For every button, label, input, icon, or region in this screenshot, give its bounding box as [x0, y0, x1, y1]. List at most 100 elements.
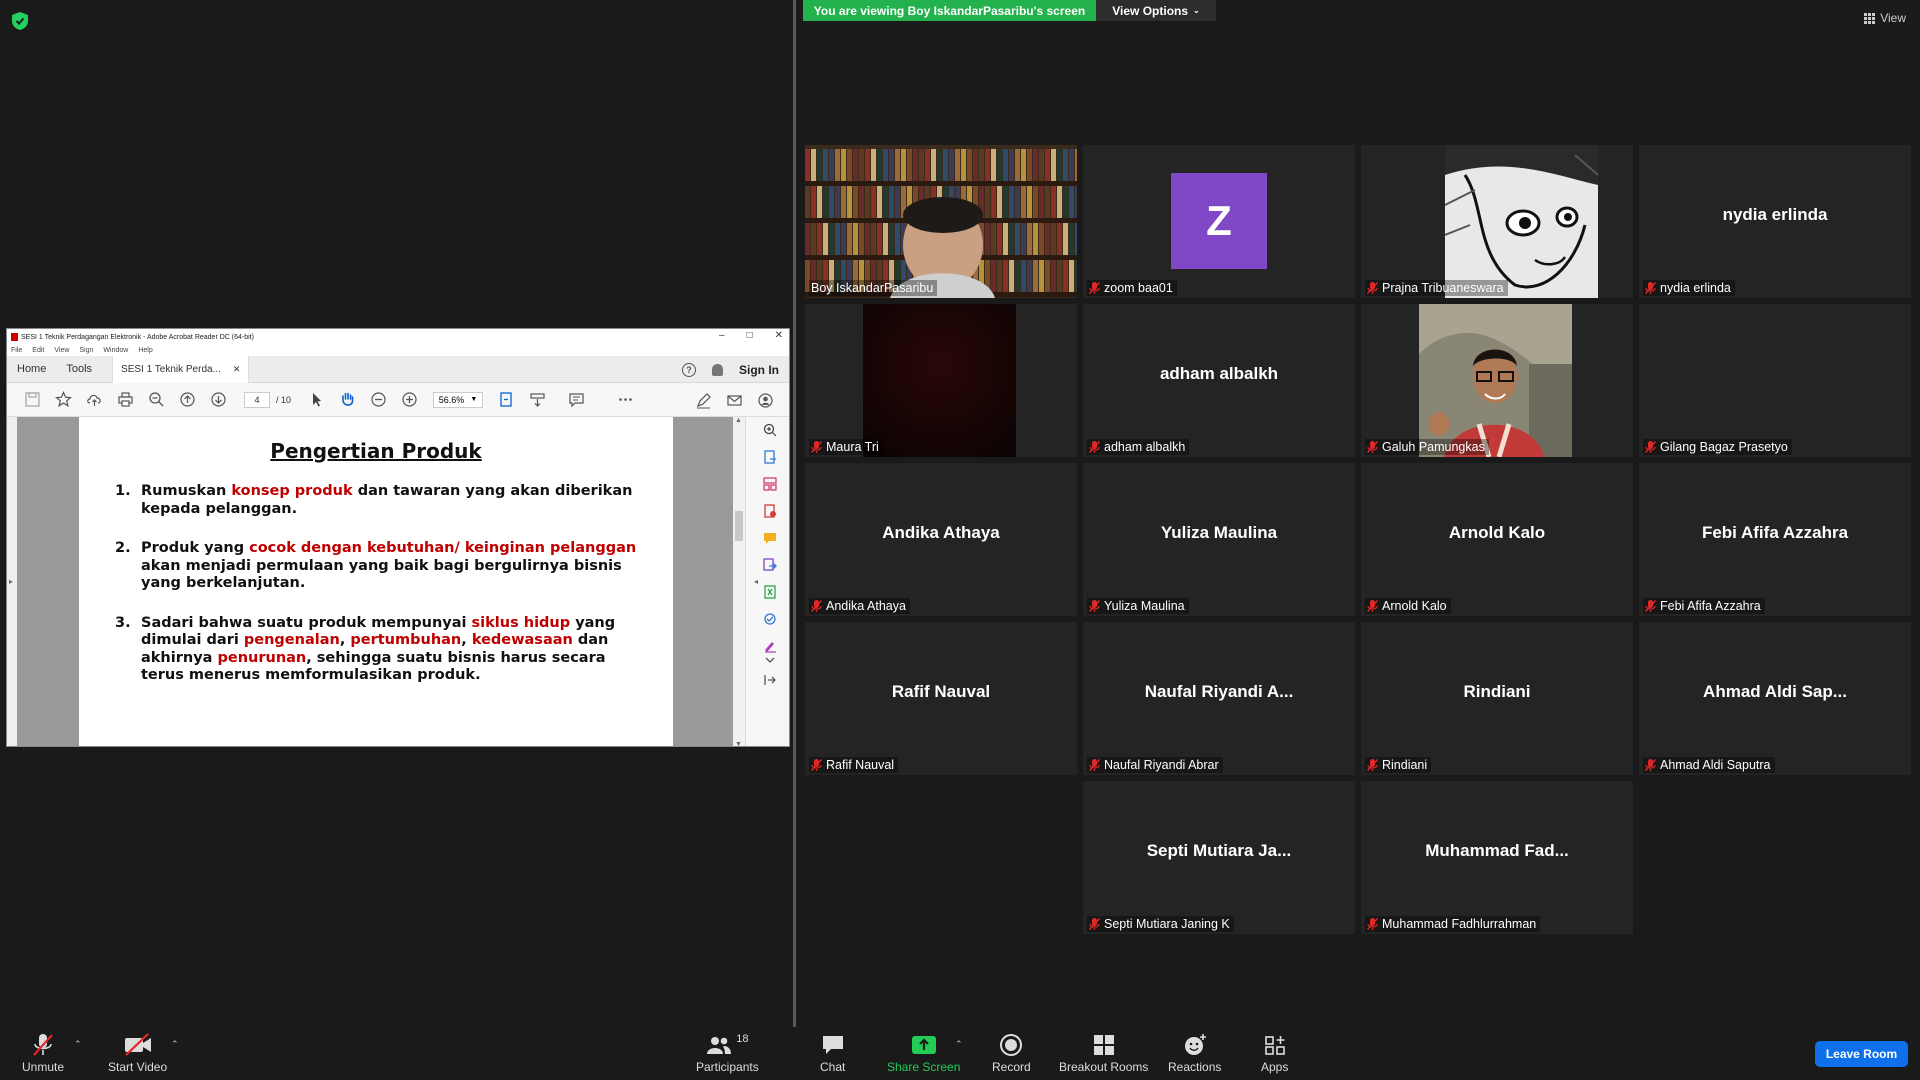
- participant-tile[interactable]: Prajna Tribuaneswara: [1361, 145, 1633, 298]
- split-view-divider[interactable]: [793, 0, 796, 1027]
- scroll-down-arrow-icon[interactable]: ▼: [735, 741, 742, 746]
- menu-help[interactable]: Help: [138, 347, 152, 354]
- tab-home[interactable]: Home: [7, 363, 56, 375]
- tab-document[interactable]: SESI 1 Teknik Perda... ✕: [112, 355, 250, 383]
- participant-tile[interactable]: Maura Tri: [805, 304, 1077, 457]
- participant-tile[interactable]: Muhammad Fad... Muhammad Fadhlurrahman: [1361, 781, 1633, 934]
- participant-tile[interactable]: Yuliza Maulina Yuliza Maulina: [1083, 463, 1355, 616]
- next-page-icon[interactable]: [203, 389, 234, 411]
- print-icon[interactable]: [110, 389, 141, 411]
- user-share-icon[interactable]: [750, 389, 781, 411]
- participant-tile[interactable]: Septi Mutiara Ja... Septi Mutiara Janing …: [1083, 781, 1355, 934]
- participant-tile[interactable]: Rafif Nauval Rafif Nauval: [805, 622, 1077, 775]
- comment-icon[interactable]: [561, 389, 592, 411]
- participant-tile[interactable]: Zzoom baa01: [1083, 145, 1355, 298]
- close-icon[interactable]: ✕: [775, 330, 783, 341]
- participant-tile[interactable]: Ahmad Aldi Sap... Ahmad Aldi Saputra: [1639, 622, 1911, 775]
- zoom-out-magnifier-icon[interactable]: [141, 389, 172, 411]
- send-file-icon[interactable]: [763, 558, 777, 572]
- scroll-mode-icon[interactable]: [522, 389, 553, 411]
- participant-tile[interactable]: nydia erlinda nydia erlinda: [1639, 145, 1911, 298]
- comment-tool-icon[interactable]: [763, 531, 777, 545]
- view-options-button[interactable]: View Options ⌄: [1096, 0, 1216, 21]
- reactions-button[interactable]: Reactions: [1168, 1033, 1221, 1074]
- collapse-arrow-icon[interactable]: ◂: [754, 577, 758, 586]
- create-pdf-icon[interactable]: [763, 504, 777, 518]
- save-icon[interactable]: [17, 389, 48, 411]
- chevron-down-icon[interactable]: [763, 653, 777, 667]
- zoom-out-icon[interactable]: [363, 389, 394, 411]
- microphone-muted-icon: [810, 441, 823, 453]
- pdf-list-text: Rumuskan konsep produk dan tawaran yang …: [141, 483, 637, 518]
- sign-in-button[interactable]: Sign In: [739, 363, 779, 377]
- menu-view[interactable]: View: [54, 347, 69, 354]
- share-screen-label: Share Screen: [887, 1060, 961, 1074]
- acrobat-tools-rail: ◂: [745, 417, 789, 746]
- participant-tile[interactable]: Andika Athaya Andika Athaya: [805, 463, 1077, 616]
- fill-sign-icon[interactable]: [763, 639, 777, 653]
- pdf-item-list: 1. Rumuskan konsep produk dan tawaran yan…: [115, 483, 637, 685]
- sign-pen-icon[interactable]: [688, 389, 719, 411]
- close-tab-icon[interactable]: ✕: [233, 364, 241, 375]
- gallery-view-button[interactable]: View: [1864, 11, 1906, 25]
- maximize-icon[interactable]: □: [747, 330, 753, 341]
- leave-room-button[interactable]: Leave Room: [1815, 1041, 1908, 1067]
- scroll-up-arrow-icon[interactable]: ▲: [735, 417, 742, 424]
- microphone-muted-icon: [1644, 759, 1657, 771]
- record-button[interactable]: Record: [992, 1033, 1031, 1074]
- bookmark-star-icon[interactable]: [48, 389, 79, 411]
- participant-tile[interactable]: Galuh Pamungkas: [1361, 304, 1633, 457]
- menu-edit[interactable]: Edit: [32, 347, 44, 354]
- fit-page-icon[interactable]: [491, 389, 522, 411]
- tab-tools[interactable]: Tools: [56, 363, 102, 375]
- breakout-rooms-button[interactable]: Breakout Rooms: [1059, 1033, 1148, 1074]
- share-screen-button[interactable]: Share Screen: [887, 1033, 960, 1074]
- apps-icon: [1264, 1036, 1285, 1055]
- unmute-button[interactable]: Unmute: [22, 1033, 64, 1074]
- scrollbar-thumb[interactable]: [735, 511, 743, 541]
- notification-bell-icon[interactable]: [712, 363, 723, 376]
- menu-window[interactable]: Window: [103, 347, 128, 354]
- participant-tile[interactable]: Boy IskandarPasaribu: [805, 145, 1077, 298]
- menu-sign[interactable]: Sign: [79, 347, 93, 354]
- audio-options-caret-icon[interactable]: ⌃: [74, 1039, 82, 1050]
- participant-tile[interactable]: Gilang Bagaz Prasetyo: [1639, 304, 1911, 457]
- share-options-caret-icon[interactable]: ⌃: [955, 1039, 963, 1050]
- email-icon[interactable]: [719, 389, 750, 411]
- previous-page-icon[interactable]: [172, 389, 203, 411]
- upload-cloud-icon[interactable]: [79, 389, 110, 411]
- search-zoom-icon[interactable]: [763, 423, 777, 437]
- minimize-icon[interactable]: –: [719, 330, 725, 341]
- left-panel-toggle[interactable]: ▸: [7, 417, 17, 746]
- select-cursor-icon[interactable]: [301, 389, 332, 411]
- sync-icon[interactable]: [763, 612, 777, 626]
- page-navigator: 4 / 10: [244, 391, 291, 408]
- more-tools-icon[interactable]: [610, 389, 641, 411]
- organize-pages-icon[interactable]: [763, 477, 777, 491]
- pin-panel-icon[interactable]: [763, 673, 777, 687]
- participant-tile[interactable]: Naufal Riyandi A... Naufal Riyandi Abrar: [1083, 622, 1355, 775]
- zoom-in-icon[interactable]: [394, 389, 425, 411]
- participant-display-name: Andika Athaya: [882, 523, 1000, 542]
- chat-button[interactable]: Chat: [820, 1033, 845, 1074]
- menu-file[interactable]: File: [11, 347, 22, 354]
- participants-button[interactable]: 18 Participants: [696, 1033, 759, 1074]
- participant-name: Boy IskandarPasaribu: [811, 281, 934, 295]
- participant-tile[interactable]: Rindiani Rindiani: [1361, 622, 1633, 775]
- pdf-scrollbar[interactable]: ▲ ▼: [733, 417, 745, 746]
- export-pdf-icon[interactable]: [763, 450, 777, 464]
- help-icon[interactable]: ?: [682, 362, 696, 377]
- encryption-shield-icon[interactable]: [12, 12, 28, 30]
- participant-tile[interactable]: adham albalkh adham albalkh: [1083, 304, 1355, 457]
- zoom-level-dropdown[interactable]: 56.6% ▼: [433, 391, 484, 408]
- participant-tile[interactable]: Arnold Kalo Arnold Kalo: [1361, 463, 1633, 616]
- participants-label: Participants: [696, 1060, 759, 1074]
- page-number-input[interactable]: 4: [244, 391, 270, 408]
- video-options-caret-icon[interactable]: ⌃: [171, 1039, 179, 1050]
- excel-export-icon[interactable]: [763, 585, 777, 599]
- participant-tile[interactable]: Febi Afifa Azzahra Febi Afifa Azzahra: [1639, 463, 1911, 616]
- apps-button[interactable]: Apps: [1261, 1033, 1288, 1074]
- highlighted-term: pertumbuhan: [350, 632, 462, 648]
- start-video-button[interactable]: Start Video: [108, 1033, 167, 1074]
- hand-tool-icon[interactable]: [332, 389, 363, 411]
